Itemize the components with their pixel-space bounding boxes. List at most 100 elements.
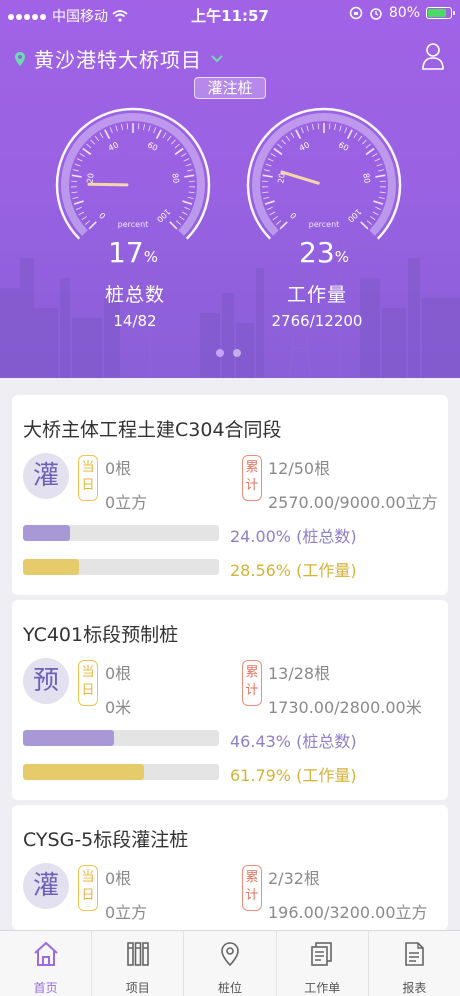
gauge-tick — [90, 139, 95, 145]
card-title: 大桥主体工程土建C304合同段 — [23, 419, 282, 441]
gauge-tick — [267, 158, 274, 162]
pile-progress-text: 24.00% (桩总数) — [230, 527, 357, 546]
work-progress-text: 28.56% (工作量) — [230, 561, 357, 580]
gauge-tick — [295, 129, 302, 140]
tab-project[interactable]: 项目 — [92, 931, 185, 996]
gauge-track — [252, 113, 396, 236]
project-icon — [126, 942, 149, 966]
today-count: 0根 — [105, 459, 132, 478]
gauge-tick — [183, 158, 190, 162]
gauge-name-workload: 工作量 — [286, 284, 347, 306]
accumulated-count: 13/28根 — [268, 664, 331, 683]
gauge-track — [61, 113, 205, 236]
today-tag: 当日 — [78, 865, 98, 911]
gauge-tick — [79, 153, 86, 157]
gauge-tick — [153, 127, 157, 134]
tab-worksheet[interactable]: 工作单 — [277, 931, 369, 996]
gauge-tick — [82, 147, 92, 156]
gauge-tick — [180, 153, 187, 157]
tab-label: 工作单 — [304, 981, 341, 995]
gauge-tick — [74, 163, 81, 167]
gauge-tick — [181, 211, 188, 216]
gauge-tick — [148, 125, 151, 132]
gauge-tick — [270, 153, 277, 157]
pile-type-tag[interactable]: 灌注桩 — [194, 77, 266, 99]
gauge-pile-count: 0 20 40 60 80 100 percent 17% — [53, 100, 213, 270]
gauge-tick — [290, 132, 295, 138]
rotation-lock-icon — [349, 6, 363, 20]
accumulated-count: 2/32根 — [268, 869, 320, 888]
tab-home[interactable]: 首页 — [0, 931, 93, 996]
alarm-icon — [370, 8, 382, 20]
gauge-tick-label: 100 — [155, 207, 172, 224]
gauge-tick-label: 100 — [346, 207, 363, 224]
accumulated-amount: 196.00/3200.00立方 — [268, 903, 428, 922]
today-amount: 0立方 — [105, 903, 148, 922]
gauge-tick — [99, 132, 104, 138]
report-icon — [405, 942, 425, 966]
gauge-tick — [360, 221, 369, 230]
gauge-tick — [137, 123, 140, 130]
gauge-tick — [71, 174, 82, 178]
gauge-tick — [365, 147, 375, 156]
pile-type-badge: 预 — [23, 658, 69, 704]
gauge-tick — [346, 129, 353, 140]
gauge-tick — [169, 221, 178, 230]
gauge-tick — [375, 174, 386, 178]
gauge-percent: 23% — [299, 236, 349, 269]
gauge-name-pile-count: 桩总数 — [104, 284, 165, 306]
gauge-tick-label: 80 — [170, 173, 180, 184]
gauge-value-pile-count: 14/82 — [113, 312, 157, 330]
gauge-tick — [371, 153, 378, 157]
gauge-tick-label: 20 — [85, 173, 95, 184]
page-dot-2[interactable] — [233, 349, 241, 357]
project-card[interactable]: CYSG-5标段灌注桩 灌 当日 0根 0立方 累计 2/32根 196.00/… — [12, 805, 448, 930]
gauge-tick — [378, 169, 385, 172]
today-count: 0根 — [105, 664, 132, 683]
work-progress-bar — [23, 559, 219, 575]
gauge-tick — [372, 211, 379, 216]
user-profile-icon[interactable] — [422, 42, 444, 70]
gauge-tick — [175, 220, 182, 225]
gauge-tick — [317, 123, 320, 130]
gauge-tick — [84, 220, 91, 225]
home-icon — [33, 941, 58, 966]
page-indicator[interactable] — [216, 349, 241, 357]
accumulated-amount: 2570.00/9000.00立方 — [268, 493, 438, 512]
pile-progress-bar — [23, 730, 219, 746]
status-bar: 中国移动 上午11:57 80% — [0, 0, 460, 30]
tab-report[interactable]: 报表 — [369, 931, 460, 996]
gauge-tick — [362, 139, 367, 145]
tab-pile-location[interactable]: 桩位 — [184, 931, 277, 996]
gauge-needle — [280, 170, 320, 185]
gauge-tick-label: 40 — [298, 140, 311, 153]
gauge-tick — [188, 191, 195, 194]
hero-header: 中国移动 上午11:57 80% 黄沙港特大桥项目 灌注桩 0 20 40 60… — [0, 0, 460, 378]
gauge-tick — [344, 127, 348, 134]
project-selector[interactable]: 黄沙港特大桥项目 — [14, 44, 224, 73]
status-right: 80% — [349, 5, 455, 21]
gauge-tick — [171, 139, 176, 145]
gauge-unit-label: percent — [118, 220, 149, 229]
gauge-tick — [375, 206, 382, 210]
card-title: YC401标段预制桩 — [23, 624, 179, 646]
gauge-tick — [94, 135, 99, 141]
gauge-value-workload: 2766/12200 — [271, 312, 363, 330]
location-pin-icon — [221, 942, 239, 967]
gauge-tick — [86, 143, 92, 149]
page-dot-1[interactable] — [216, 349, 224, 357]
today-amount: 0立方 — [105, 493, 148, 512]
chevron-down-icon — [211, 54, 223, 62]
project-card[interactable]: YC401标段预制桩 预 当日 0根 0米 累计 13/28根 1730.00/… — [12, 600, 448, 800]
gauge-tick — [306, 125, 309, 132]
battery-percent: 80% — [388, 5, 420, 21]
today-amount: 0米 — [105, 698, 132, 717]
gauge-percent: 17% — [108, 236, 158, 269]
gauge-tick — [187, 196, 194, 199]
gauge-tick — [262, 174, 273, 178]
project-card[interactable]: 大桥主体工程土建C304合同段 灌 当日 0根 0立方 累计 12/50根 25… — [12, 395, 448, 595]
gauge-tick — [72, 196, 79, 199]
gauge-tick — [162, 132, 167, 138]
accumulated-tag: 累计 — [242, 660, 262, 706]
gauge-tick — [378, 196, 385, 199]
